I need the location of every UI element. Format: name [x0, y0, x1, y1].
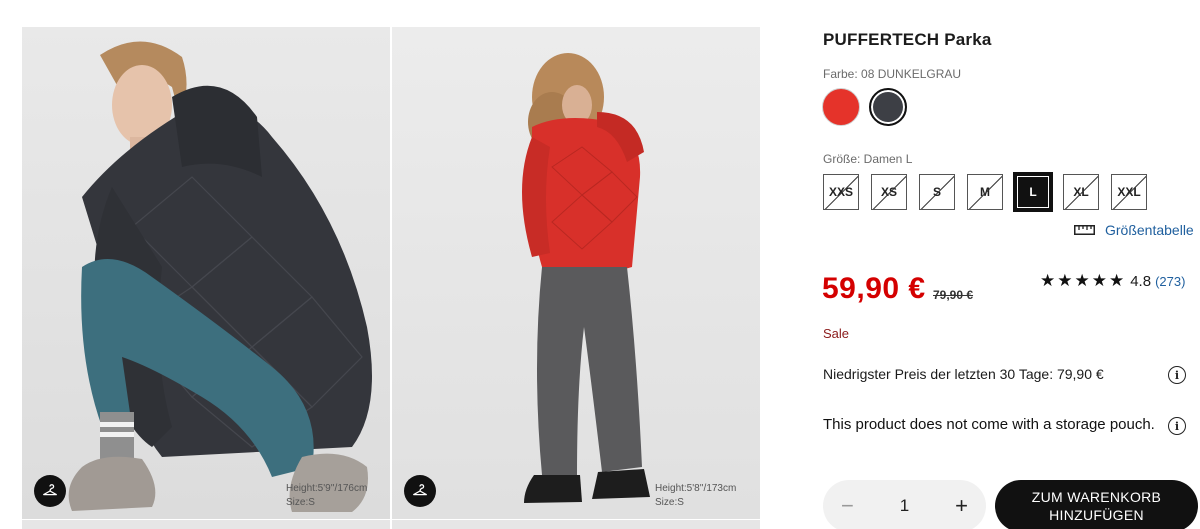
- review-count-link[interactable]: (273): [1155, 274, 1185, 289]
- model-size: Size:S: [286, 497, 315, 508]
- size-table-link[interactable]: Größentabelle: [1074, 222, 1194, 238]
- lowest-price-info: Niedrigster Preis der letzten 30 Tage: 7…: [823, 366, 1104, 382]
- sale-price: 59,90 €: [822, 272, 926, 305]
- model-info: Height:5'8''/173cm Size:S: [655, 482, 736, 510]
- hanger-icon: [413, 484, 427, 496]
- info-icon[interactable]: i: [1168, 366, 1186, 384]
- size-option-xxs[interactable]: XXS: [823, 174, 859, 210]
- storage-pouch-note: This product does not come with a storag…: [823, 416, 1155, 433]
- size-option-l[interactable]: L: [1013, 172, 1053, 212]
- next-photo-preview: [392, 520, 760, 529]
- hanger-icon: [43, 484, 57, 496]
- model-photo-red-jacket: [522, 53, 650, 503]
- model-size: Size:S: [655, 497, 684, 508]
- add-to-cart-button[interactable]: ZUM WARENKORB HINZUFÜGEN: [995, 480, 1198, 529]
- color-swatch-red[interactable]: [822, 88, 860, 126]
- try-on-hanger-button[interactable]: [34, 475, 66, 507]
- model-info: Height:5'9''/176cm Size:S: [286, 482, 367, 510]
- size-label: Größe: Damen L: [823, 152, 913, 166]
- size-option-xs[interactable]: XS: [871, 174, 907, 210]
- product-title: PUFFERTECH Parka: [823, 30, 992, 49]
- product-photo-2[interactable]: Height:5'8''/173cm Size:S: [392, 27, 760, 519]
- color-swatch-dark-grey[interactable]: [869, 88, 907, 126]
- rating-value: 4.8: [1130, 272, 1152, 290]
- original-price: 79,90 €: [933, 288, 974, 302]
- quantity-stepper: − 1 +: [823, 480, 986, 529]
- try-on-hanger-button[interactable]: [404, 475, 436, 507]
- model-height: Height:5'9''/176cm: [286, 483, 368, 494]
- color-label: Farbe: 08 DUNKELGRAU: [823, 67, 962, 81]
- quantity-increase-button[interactable]: +: [955, 493, 968, 519]
- size-table-label: Größentabelle: [1105, 222, 1194, 238]
- size-option-s[interactable]: S: [919, 174, 955, 210]
- product-photo-1[interactable]: Height:5'9''/176cm Size:S: [22, 27, 390, 519]
- model-height: Height:5'8''/173cm: [655, 483, 737, 494]
- model-photo-grey-jacket: [68, 41, 372, 512]
- star-rating-icon: ★★★★★: [1040, 271, 1127, 290]
- next-photo-preview: [22, 520, 390, 529]
- ruler-icon: [1074, 225, 1095, 235]
- size-option-m[interactable]: M: [967, 174, 1003, 210]
- size-option-xl[interactable]: XL: [1063, 174, 1099, 210]
- sale-label: Sale: [823, 326, 850, 341]
- quantity-decrease-button[interactable]: −: [841, 493, 854, 519]
- size-option-xxl[interactable]: XXL: [1111, 174, 1147, 210]
- quantity-value: 1: [899, 496, 910, 515]
- info-icon[interactable]: i: [1168, 417, 1186, 435]
- rating[interactable]: ★★★★★ 4.8 (273): [1040, 271, 1185, 291]
